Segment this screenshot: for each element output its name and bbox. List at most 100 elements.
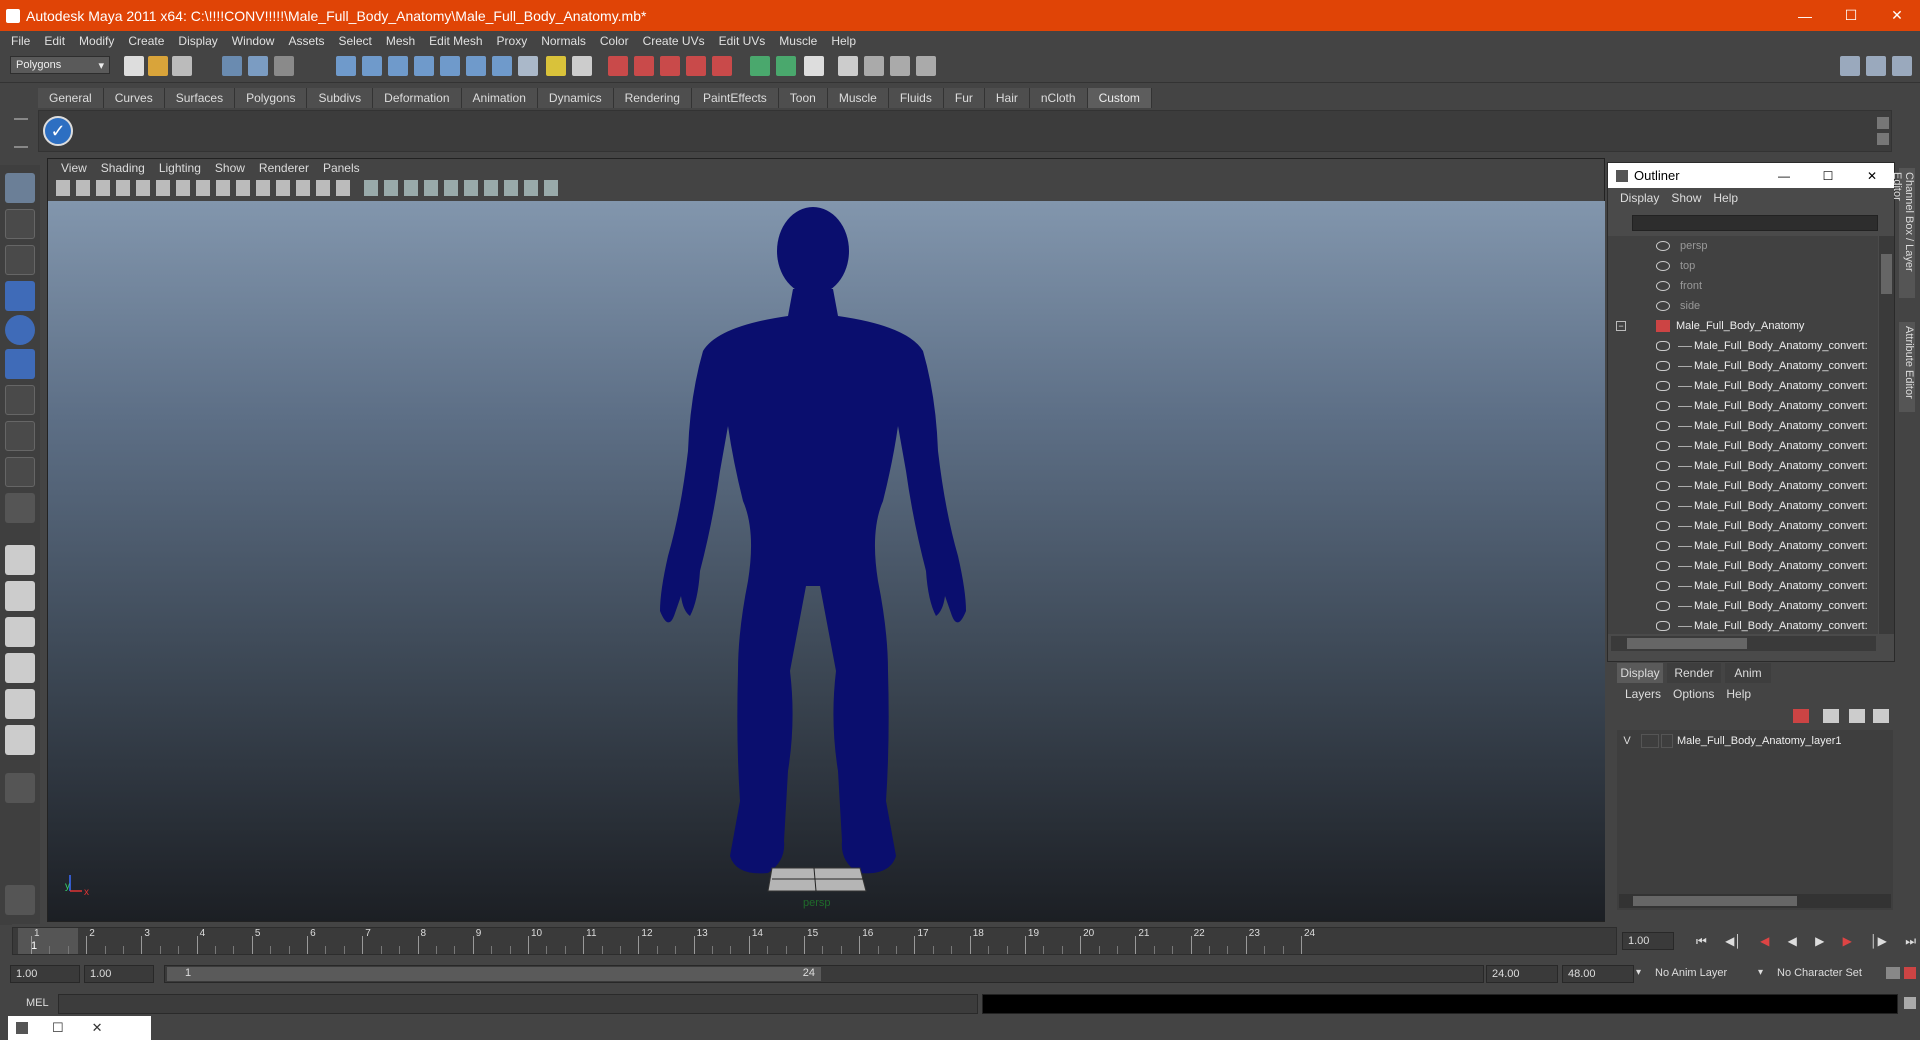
character-set-dropdown-icon[interactable]: ▾ [1758,967,1763,978]
new-scene-icon[interactable] [124,56,144,76]
hypershade-icon[interactable] [686,56,706,76]
tab-painteffects[interactable]: PaintEffects [691,88,779,108]
menu-display[interactable]: Display [171,34,224,48]
selection-mask-icon[interactable] [572,56,592,76]
panel-menu-lighting[interactable]: Lighting [152,161,208,175]
open-scene-icon[interactable] [148,56,168,76]
playback-start-field[interactable]: 1.00 [84,965,154,983]
male-anatomy-model[interactable] [660,207,966,874]
history-icon[interactable] [466,56,486,76]
soft-mod-tool-icon[interactable] [5,421,35,451]
layer-color-swatch[interactable] [1661,734,1673,748]
graph-editor-icon[interactable] [890,56,910,76]
outliner-search-input[interactable] [1632,215,1878,231]
collapse-icon[interactable]: − [1616,321,1626,331]
manipulator-tool-icon[interactable] [5,385,35,415]
close-small-icon[interactable]: ✕ [92,1020,103,1036]
auto-key-icon[interactable] [1886,967,1900,979]
toggle-attribute-editor-icon[interactable] [1840,56,1860,76]
animation-prefs-icon[interactable] [1904,967,1916,979]
menu-set-dropdown[interactable]: Polygons ▾ [10,56,110,74]
lock-icon[interactable] [546,56,566,76]
rename-icon[interactable] [776,56,796,76]
go-to-end-icon[interactable]: ⏭ [1905,934,1916,950]
outliner-horizontal-scrollbar[interactable] [1611,636,1876,651]
list-item[interactable]: Male_Full_Body_Anatomy_convert: [1608,416,1878,436]
panel-menu-view[interactable]: View [54,161,94,175]
step-back-key-icon[interactable]: ◀ [1760,934,1769,950]
start-time-field[interactable]: 1.00 [10,965,80,983]
tab-custom[interactable]: Custom [1087,88,1152,108]
anim-layer-dropdown-icon[interactable]: ▾ [1636,967,1641,978]
step-back-frame-icon[interactable]: ◀│ [1725,934,1742,950]
rotate-tool-icon[interactable] [5,315,35,345]
xgen-icon[interactable] [5,885,35,915]
minimized-window[interactable]: ☐ ✕ [8,1016,151,1040]
anim-layer-selector[interactable]: No Anim Layer [1650,965,1748,983]
outliner-menu-display[interactable]: Display [1614,191,1665,205]
list-item[interactable]: Male_Full_Body_Anatomy_convert: [1608,536,1878,556]
persp-graph-layout-icon[interactable] [5,653,35,683]
menu-assets[interactable]: Assets [281,34,331,48]
shelf-scroll-up-icon[interactable] [1877,117,1889,129]
tab-polygons[interactable]: Polygons [235,88,308,108]
play-backward-icon[interactable]: ◀ [1788,934,1797,950]
menu-modify[interactable]: Modify [72,34,121,48]
select-hierarchy-icon[interactable] [222,56,242,76]
scale-tool-icon[interactable] [5,349,35,379]
list-item[interactable]: Male_Full_Body_Anatomy_convert: [1608,496,1878,516]
tab-animation[interactable]: Animation [461,88,538,108]
tab-muscle[interactable]: Muscle [827,88,889,108]
menu-edit[interactable]: Edit [37,34,72,48]
outliner-menu-show[interactable]: Show [1665,191,1707,205]
menu-file[interactable]: File [4,34,37,48]
restore-icon[interactable] [16,1022,28,1034]
move-tool-icon[interactable] [5,281,35,311]
new-layer-icon[interactable] [1823,709,1839,723]
list-item[interactable]: Male_Full_Body_Anatomy_convert: [1608,376,1878,396]
time-slider-track[interactable]: 1 1 2 3 4 5 6 7 8 9 10 11 12 13 14 15 16 17 18 19 20 21 22 23 2… [12,927,1617,955]
time-slider-playhead[interactable] [18,928,78,954]
list-item[interactable]: persp [1608,236,1878,256]
select-component-icon[interactable] [274,56,294,76]
command-input[interactable] [58,994,978,1014]
current-time-field[interactable]: 1.00 [1622,932,1674,950]
snap-point-icon[interactable] [388,56,408,76]
new-layer-from-selected-icon[interactable] [1793,709,1809,723]
list-item[interactable]: front [1608,276,1878,296]
tab-deformation[interactable]: Deformation [373,88,462,108]
command-language-label[interactable]: MEL [26,997,49,1009]
tab-toon[interactable]: Toon [778,88,828,108]
list-item[interactable]: Male_Full_Body_Anatomy_convert: [1608,616,1878,634]
perspective-viewport[interactable]: persp y x [48,201,1605,921]
menu-muscle[interactable]: Muscle [772,34,824,48]
single-perspective-layout-icon[interactable] [5,545,35,575]
playblast-icon[interactable] [864,56,884,76]
menu-select[interactable]: Select [331,34,378,48]
dope-sheet-icon[interactable] [916,56,936,76]
persp-outliner-layout-icon[interactable] [5,617,35,647]
camera-icon[interactable] [838,56,858,76]
panel-menu-show[interactable]: Show [208,161,252,175]
layer-type-toggle[interactable] [1641,734,1659,748]
four-view-layout-icon[interactable] [5,581,35,611]
list-item[interactable]: Male_Full_Body_Anatomy_convert: [1608,436,1878,456]
snap-grid-icon[interactable] [336,56,356,76]
layer-menu-options[interactable]: Options [1667,687,1720,701]
list-item[interactable]: Male_Full_Body_Anatomy_convert: [1608,516,1878,536]
tab-attribute-editor[interactable]: Attribute Editor [1899,322,1915,412]
character-set-selector[interactable]: No Character Set [1772,965,1882,983]
layer-horizontal-scrollbar[interactable] [1619,894,1891,908]
snap-view-plane-icon[interactable] [414,56,434,76]
menu-color[interactable]: Color [593,34,636,48]
tab-fur[interactable]: Fur [943,88,985,108]
shelf-menu-icon[interactable] [14,118,28,148]
layer-options-icon[interactable] [1873,709,1889,723]
menu-create[interactable]: Create [121,34,171,48]
menu-proxy[interactable]: Proxy [490,34,535,48]
script-icon[interactable] [804,56,824,76]
list-item[interactable]: − Male_Full_Body_Anatomy [1608,316,1878,336]
outliner-menu-help[interactable]: Help [1707,191,1744,205]
tab-surfaces[interactable]: Surfaces [164,88,236,108]
play-forward-icon[interactable]: ▶ [1815,934,1824,950]
